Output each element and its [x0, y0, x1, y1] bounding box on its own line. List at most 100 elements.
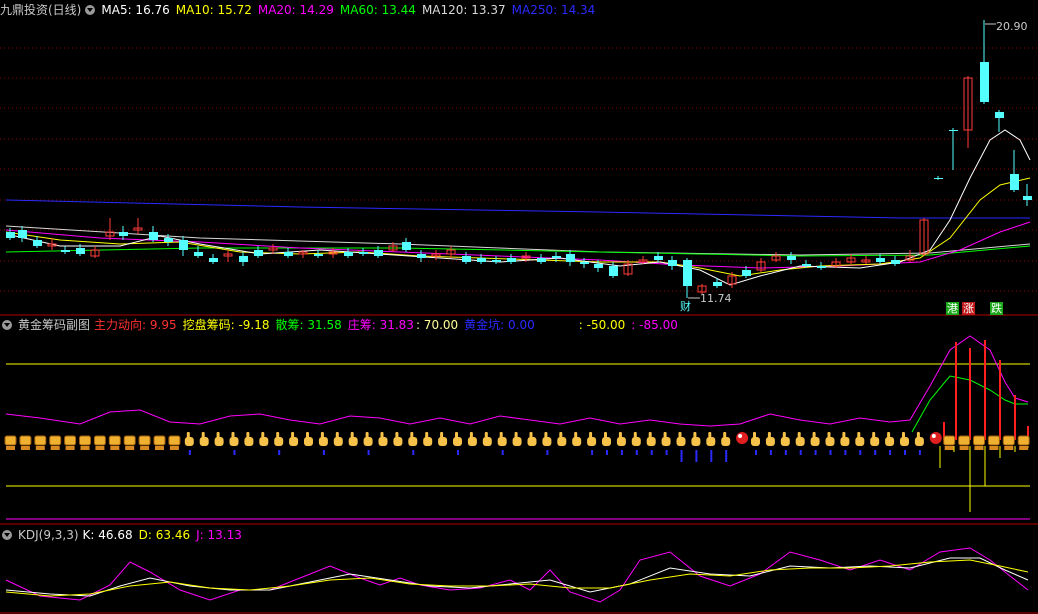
money-bag-icon — [4, 435, 17, 446]
candle-body — [6, 232, 15, 238]
candle-body — [164, 238, 173, 242]
candle-body — [817, 266, 826, 268]
hand-finger — [648, 432, 652, 439]
red-ball-highlight — [738, 434, 743, 438]
money-bag-base — [989, 446, 999, 450]
money-bag-icon — [168, 435, 181, 446]
candle-body — [742, 270, 751, 276]
candle-body — [492, 260, 501, 262]
candle-body — [76, 248, 85, 254]
candle-body — [417, 254, 426, 258]
candle-body — [254, 250, 263, 256]
candle-body — [683, 260, 692, 286]
hand-finger — [529, 432, 533, 439]
money-bag-base — [1019, 446, 1029, 450]
money-bag-icon — [19, 435, 32, 446]
money-bag-base — [125, 446, 135, 450]
hand-finger — [872, 432, 876, 439]
hand-finger — [544, 432, 548, 439]
badge-die[interactable]: 跌 — [990, 302, 1003, 315]
money-bag-base — [944, 446, 954, 450]
money-bag-icon — [1017, 435, 1030, 446]
money-bag-icon — [138, 435, 151, 446]
kdj-k-value: K: 46.68 — [82, 528, 133, 542]
ma20-value: MA20: 14.29 — [257, 3, 334, 17]
candle-body — [477, 258, 486, 262]
money-bag-base — [169, 446, 179, 450]
candle-body — [344, 252, 353, 256]
money-bag-base — [974, 446, 984, 450]
hand-finger — [604, 432, 607, 439]
sub-title[interactable]: 黄金筹码副图 — [18, 318, 90, 332]
candle-body — [33, 240, 42, 246]
candle-body — [654, 256, 663, 260]
huangjinkeng-value: 黄金坑: 0.00 — [464, 318, 535, 332]
candle-body — [18, 230, 27, 238]
kdj-panel[interactable] — [5, 547, 1029, 603]
stock-chart-canvas[interactable] — [0, 0, 1038, 614]
candle-body — [580, 262, 589, 264]
candle-body — [149, 232, 158, 240]
hand-finger — [320, 432, 324, 439]
hand-finger — [350, 432, 354, 439]
candle-body — [891, 260, 900, 264]
dropdown-icon[interactable] — [2, 320, 12, 330]
hand-finger — [291, 432, 295, 439]
money-bag-base — [35, 446, 45, 450]
high-price-label: 20.90 — [996, 20, 1028, 33]
zhuangchou-value: 庄筹: 31.83 — [347, 318, 414, 332]
candle-body — [179, 240, 188, 250]
hand-finger — [425, 432, 429, 439]
hand-finger — [857, 432, 861, 439]
low-price-label: 11.74 — [700, 292, 732, 305]
badge-cai[interactable]: 财 — [679, 300, 692, 313]
hand-finger — [469, 432, 473, 439]
money-bag-base — [155, 446, 164, 450]
v70-value: : 70.00 — [415, 318, 459, 332]
kdj-title[interactable]: KDJ(9,3,3) — [18, 528, 79, 542]
money-bag-base — [95, 446, 105, 450]
sub-panel-header: 黄金筹码副图 主力动向: 9.95 挖盘筹码: -9.18 散筹: 31.58 庄筹: … — [0, 317, 684, 333]
ma60-line — [5, 245, 1031, 257]
hand-finger — [902, 432, 905, 439]
ma250-line — [5, 199, 1030, 219]
candle-body — [402, 242, 411, 250]
hand-finger — [723, 432, 727, 439]
hand-finger — [812, 432, 816, 439]
candle-body — [537, 258, 546, 262]
hand-finger — [484, 432, 488, 439]
hand-finger — [693, 432, 697, 439]
main-title[interactable]: 九鼎投资(日线) — [0, 3, 81, 17]
hand-finger — [201, 432, 205, 439]
money-bag-base — [6, 446, 15, 450]
money-bag-icon — [34, 435, 47, 446]
red-ball-highlight — [931, 434, 936, 438]
kdj-panel-header: KDJ(9,3,3) K: 46.68 D: 63.46 J: 13.13 — [0, 527, 248, 543]
candle-body — [239, 256, 248, 262]
ma60-value: MA60: 13.44 — [339, 3, 416, 17]
hand-finger — [380, 432, 384, 439]
dropdown-icon[interactable] — [2, 530, 12, 540]
candle-body — [284, 252, 293, 256]
kdj-j-value: J: 13.13 — [196, 528, 242, 542]
candle-body — [609, 266, 618, 276]
ma5-value: MA5: 16.76 — [101, 3, 170, 17]
badge-zhang[interactable]: 涨 — [962, 302, 975, 315]
hand-finger — [216, 432, 220, 439]
dropdown-icon[interactable] — [85, 5, 96, 15]
candle-body — [462, 256, 471, 262]
money-bag-base — [1004, 446, 1014, 450]
golden-chips-panel[interactable] — [4, 335, 1030, 520]
money-bag-icon — [1002, 435, 1015, 446]
money-bag-icon — [64, 435, 77, 446]
hand-finger — [827, 432, 831, 439]
hand-finger — [440, 432, 444, 439]
hand-finger — [887, 432, 891, 439]
main-price-panel[interactable] — [5, 20, 1032, 299]
candle-body — [374, 250, 383, 256]
candle-body — [934, 178, 943, 179]
badge-gang[interactable]: 港 — [946, 302, 959, 315]
candle-body — [668, 260, 677, 266]
red-ball-icon — [736, 432, 749, 444]
money-bag-icon — [49, 435, 62, 446]
